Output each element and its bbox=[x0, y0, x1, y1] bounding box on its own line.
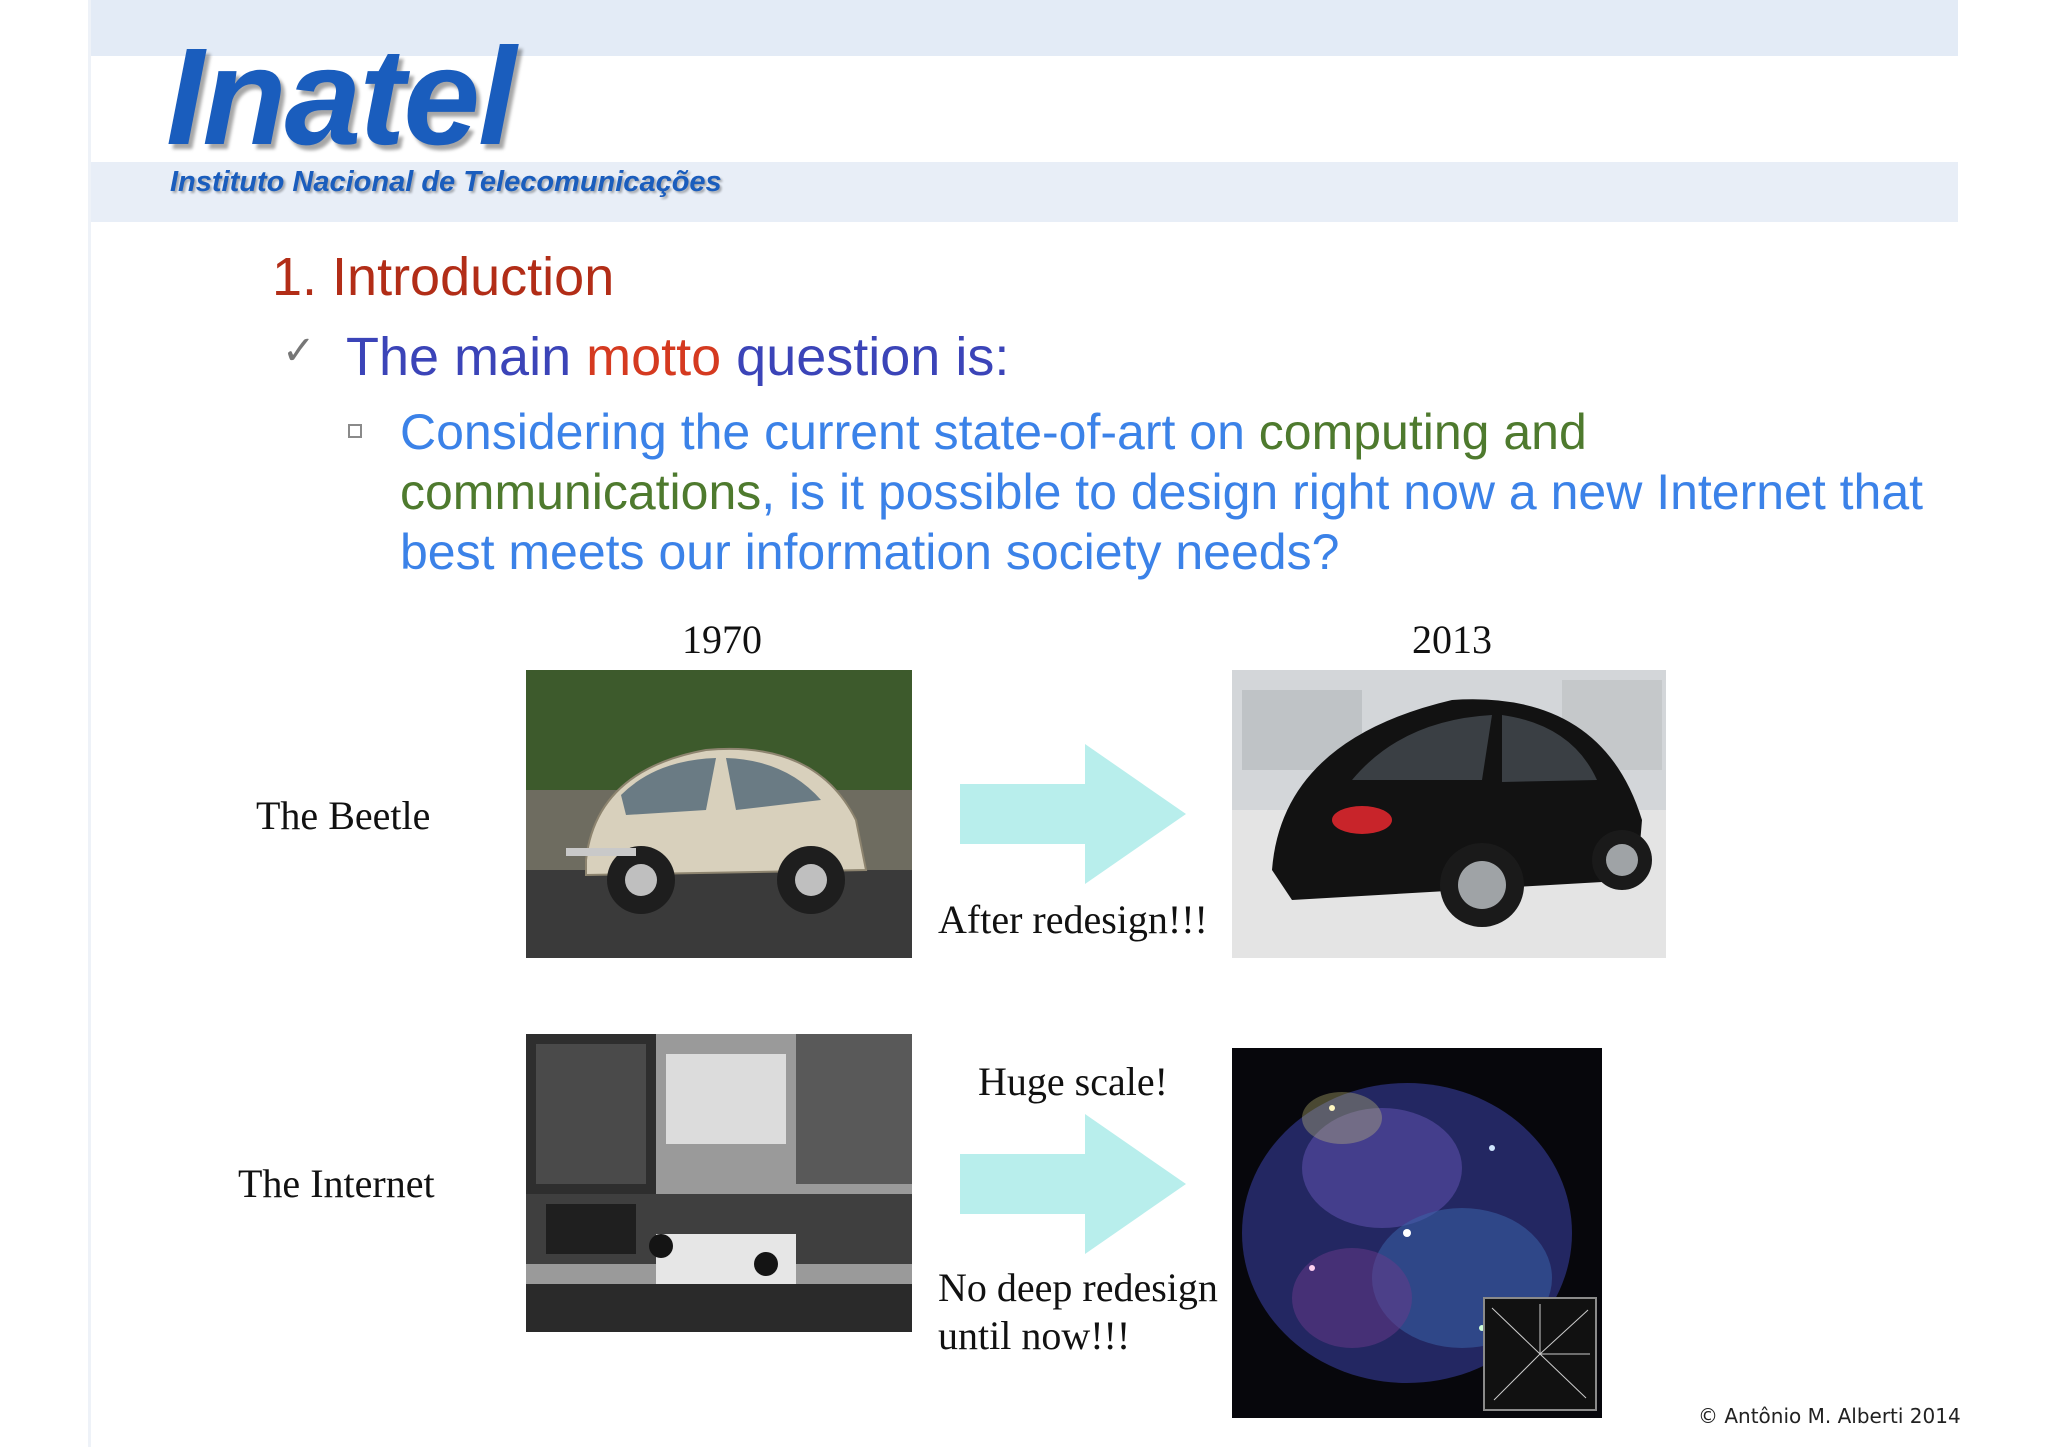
arrow-right-icon bbox=[960, 1114, 1186, 1254]
bullet-motto-highlight: motto bbox=[586, 327, 722, 387]
after-redesign-caption: After redesign!!! bbox=[938, 897, 1208, 942]
new-beetle-photo bbox=[1232, 670, 1666, 958]
left-rule bbox=[88, 0, 91, 1447]
copyright-footer: © Antônio M. Alberti 2014 bbox=[1698, 1404, 1961, 1428]
year-2013-label: 2013 bbox=[1412, 617, 1492, 662]
bullet-motto-part1: The main bbox=[346, 327, 587, 387]
old-computer-room-photo bbox=[526, 1034, 912, 1332]
bullet-motto-part3: question is: bbox=[721, 327, 1010, 387]
square-bullet-icon bbox=[348, 424, 362, 438]
inatel-logo-subtitle: Instituto Nacional de Telecomunicações bbox=[170, 166, 722, 198]
no-deep-redesign-caption: No deep redesign until now!!! bbox=[938, 1265, 1218, 1358]
checkmark-icon: ✓ bbox=[282, 328, 316, 374]
bullet-motto: The main motto question is: bbox=[346, 326, 1009, 388]
inatel-logo: Inatel bbox=[166, 20, 516, 174]
bullet-question-part1: Considering the current state-of-art on bbox=[400, 404, 1259, 460]
old-beetle-photo bbox=[526, 670, 912, 958]
arrow-right-icon bbox=[960, 744, 1186, 884]
bullet-question: Considering the current state-of-art on … bbox=[400, 402, 1960, 582]
internet-map-visualization bbox=[1232, 1048, 1602, 1418]
section-title: 1. Introduction bbox=[272, 247, 615, 307]
huge-scale-caption: Huge scale! bbox=[978, 1059, 1168, 1104]
beetle-row-label: The Beetle bbox=[256, 793, 431, 838]
internet-row-label: The Internet bbox=[238, 1161, 435, 1206]
year-1970-label: 1970 bbox=[682, 617, 762, 662]
